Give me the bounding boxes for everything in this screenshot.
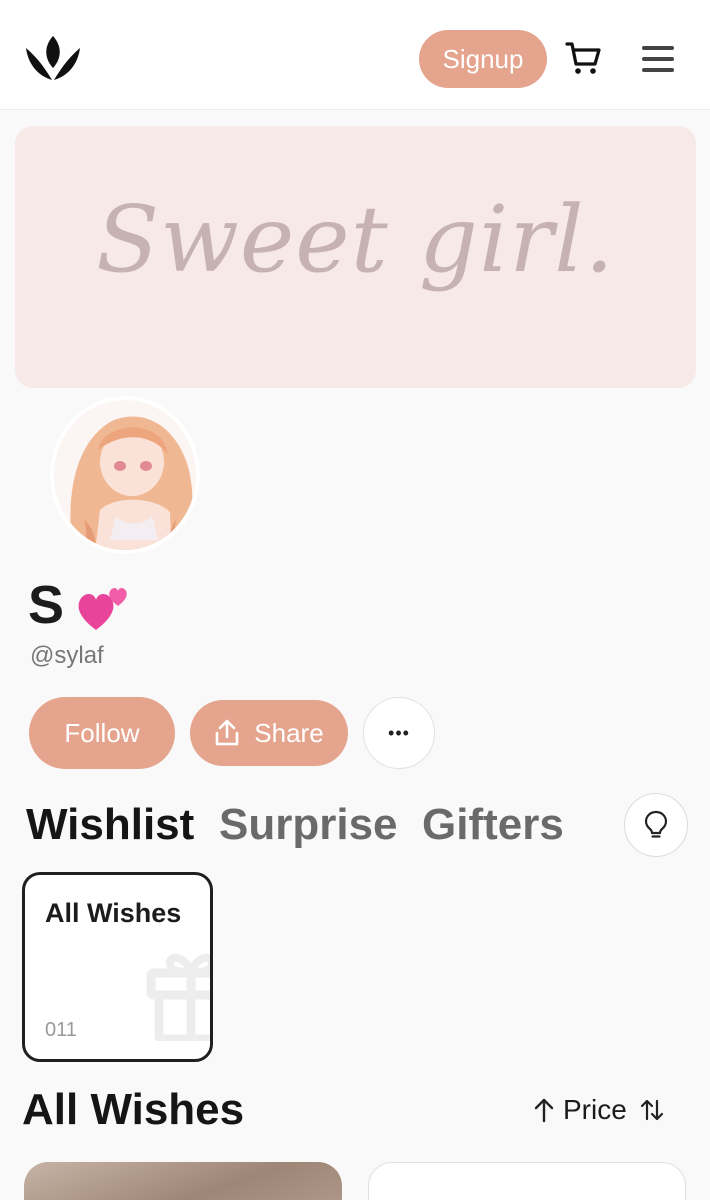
share-button-label: Share (254, 717, 324, 748)
signup-button[interactable]: Signup (419, 30, 547, 88)
avatar-illustration (54, 400, 196, 550)
tab-surprise[interactable]: Surprise (219, 800, 398, 850)
tab-wishlist[interactable]: Wishlist (26, 800, 194, 850)
tips-button[interactable] (624, 793, 688, 857)
avatar[interactable] (50, 396, 200, 554)
section-title: All Wishes (22, 1085, 245, 1134)
crown-logo[interactable] (24, 34, 82, 82)
collection-card-count: 011 (45, 1019, 77, 1041)
lightbulb-icon (644, 810, 668, 838)
banner-text: Sweet girl. (96, 186, 615, 293)
cart-icon[interactable] (563, 38, 603, 78)
profile-banner: Sweet girl. (15, 126, 696, 388)
tab-gifters[interactable]: Gifters (422, 800, 564, 850)
top-nav-bar: Signup (0, 0, 710, 110)
collection-card-all-wishes[interactable]: All Wishes 011 (22, 872, 213, 1062)
sort-label: Price (563, 1094, 627, 1125)
more-options-button[interactable]: ••• (363, 697, 435, 769)
sort-toggle-icon (640, 1099, 663, 1121)
two-hearts-icon (78, 588, 127, 630)
sort-by-price-button[interactable]: Price (533, 1094, 665, 1126)
menu-icon[interactable] (640, 42, 676, 76)
arrow-up-icon (534, 1098, 554, 1123)
share-button[interactable]: Share (190, 700, 348, 766)
wish-item-card[interactable] (368, 1162, 686, 1200)
profile-handle: @sylaf (30, 642, 104, 669)
more-icon: ••• (388, 722, 410, 743)
follow-button-label: Follow (64, 717, 140, 748)
profile-name: S (28, 575, 65, 635)
gift-icon (146, 953, 210, 1041)
share-icon (215, 719, 239, 746)
collection-card-title: All Wishes (45, 898, 182, 928)
wish-item-card[interactable] (24, 1162, 342, 1200)
follow-button[interactable]: Follow (29, 697, 175, 769)
